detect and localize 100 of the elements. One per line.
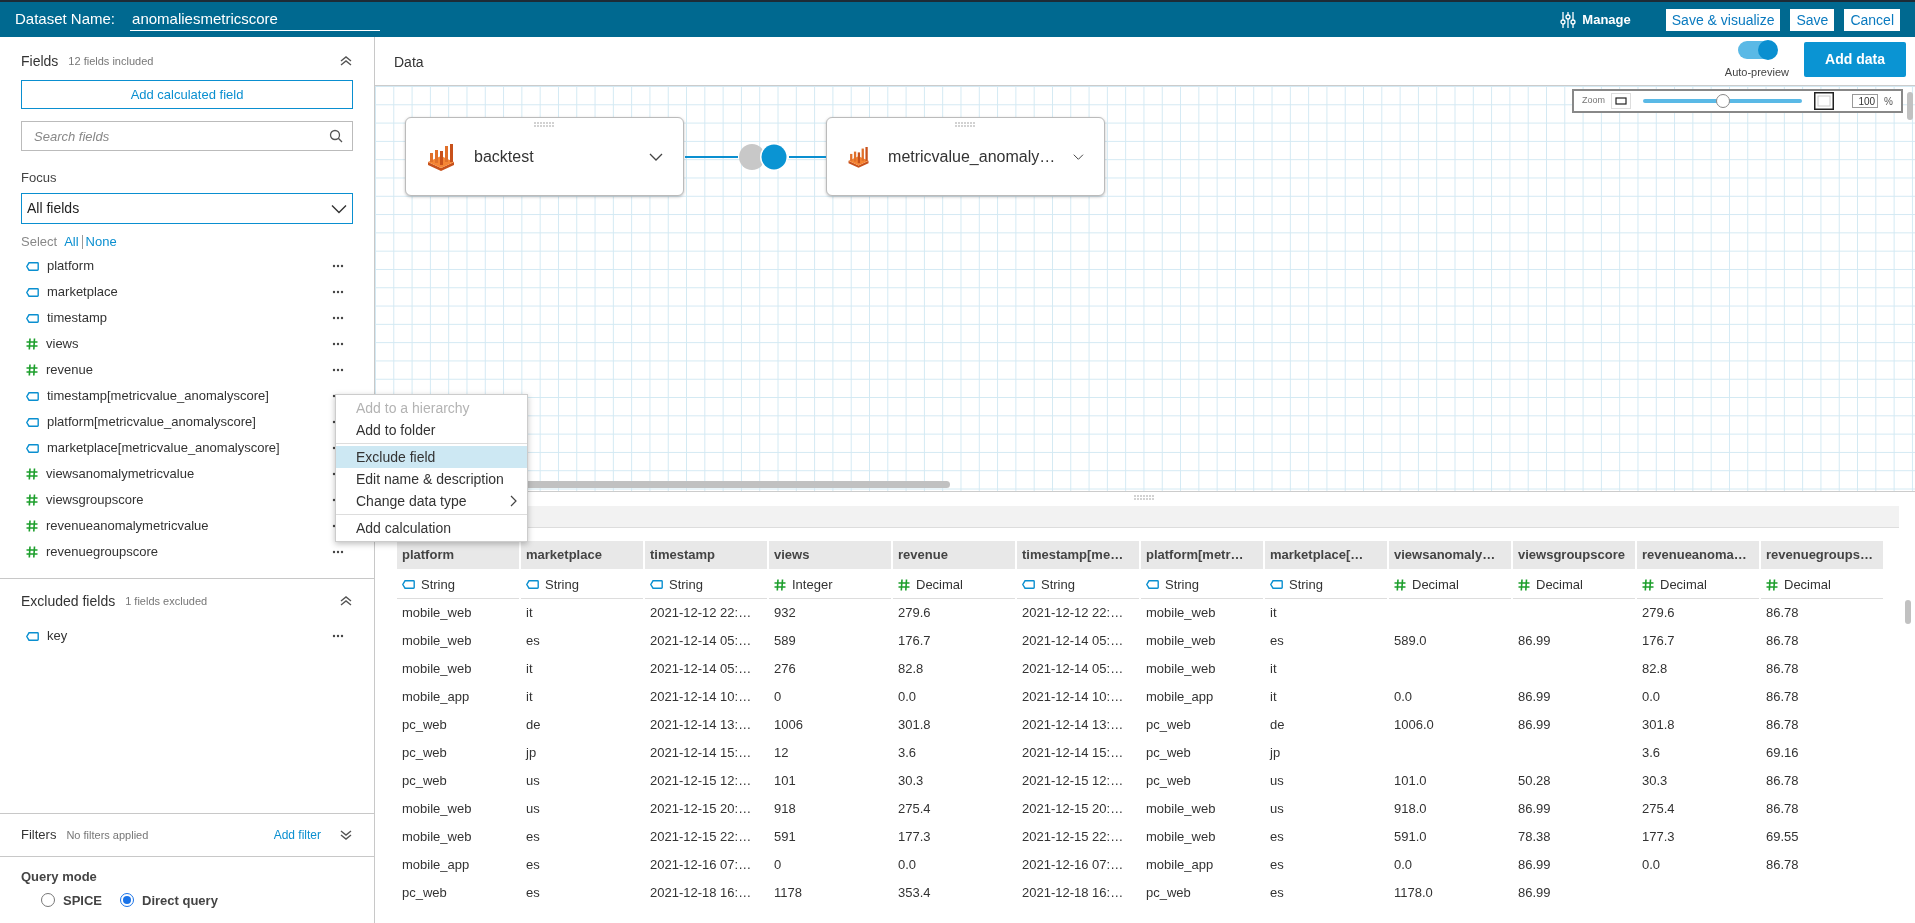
auto-preview-toggle[interactable] [1737, 41, 1776, 59]
chevron-icon[interactable] [1073, 152, 1084, 161]
menu-item[interactable]: Edit name & description [336, 468, 527, 490]
column-type[interactable]: Decimal [1513, 571, 1635, 599]
field-name[interactable]: revenueanomalymetricvalue [46, 516, 324, 536]
panel-title: Fields [21, 51, 59, 71]
join-icon[interactable] [738, 143, 789, 171]
field-name[interactable]: revenue [46, 360, 324, 380]
column-type[interactable]: Decimal [1389, 571, 1511, 599]
field-name[interactable]: platform[metricvalue_anomalyscore] [47, 412, 324, 432]
column-header[interactable]: platform [397, 541, 519, 569]
menu-item[interactable]: Add to folder [336, 419, 527, 441]
column-header[interactable]: timestamp[me… [1017, 541, 1139, 569]
field-name[interactable]: views [46, 334, 324, 354]
column-header[interactable]: revenueanoma… [1637, 541, 1759, 569]
add-calculated-field-button[interactable]: Add calculated field [21, 80, 353, 109]
table-cell-text: 353.4 [897, 884, 932, 903]
menu-item[interactable]: Add calculation [336, 517, 527, 539]
column-header[interactable]: revenuegroups… [1761, 541, 1883, 569]
zoom-value-field[interactable]: 100 [1852, 94, 1879, 108]
manage-button[interactable]: Manage [1560, 9, 1631, 30]
column-header[interactable]: views [769, 541, 891, 569]
column-header[interactable]: revenue [893, 541, 1015, 569]
dataset-name-field[interactable]: anomaliesmetricscore [130, 7, 381, 32]
column-header[interactable]: marketplace[… [1265, 541, 1387, 569]
dataset-node[interactable]: metricvalue_anomaly… [826, 117, 1105, 196]
column-type[interactable]: String [1265, 571, 1387, 599]
more-icon[interactable] [332, 342, 344, 346]
more-icon[interactable] [332, 290, 344, 294]
more-icon[interactable] [332, 316, 344, 320]
table-cell-text: 2021-12-14 05:… [1021, 632, 1125, 651]
focus-dropdown[interactable]: All fields [21, 193, 353, 224]
zoom-out-icon[interactable] [1611, 93, 1631, 109]
table-cell-text: es [1269, 632, 1285, 651]
table-cell-text: 2021-12-14 13:… [1021, 716, 1125, 735]
select-link[interactable]: All [64, 232, 79, 252]
field-name[interactable]: revenuegroupscore [46, 542, 324, 562]
column-header[interactable]: marketplace [521, 541, 643, 569]
column-header[interactable]: viewsgroupscore [1513, 541, 1635, 569]
radio-label[interactable]: SPICE [63, 890, 102, 910]
table-cell-text: 0.0 [897, 688, 918, 707]
column-type[interactable]: Decimal [1637, 571, 1759, 599]
table-cell-text: us [525, 772, 541, 791]
menu-item[interactable]: Exclude field [336, 446, 527, 468]
table-cell-text: 86.99 [1517, 632, 1552, 651]
tag-icon [402, 580, 415, 589]
field-name[interactable]: viewsgroupscore [46, 490, 324, 510]
resize-handle-icon[interactable] [1134, 495, 1156, 500]
select-link[interactable]: None [85, 232, 117, 252]
scrollbar[interactable] [1905, 600, 1911, 624]
column-type[interactable]: Decimal [1761, 571, 1883, 599]
table-cell-text: 2021-12-16 07:… [1021, 856, 1125, 875]
save-button[interactable]: Save [1790, 8, 1835, 31]
tag-icon [26, 443, 39, 453]
save-visualize-button[interactable]: Save & visualize [1665, 8, 1781, 31]
column-type[interactable]: Decimal [893, 571, 1015, 599]
field-name[interactable]: marketplace[metricvalue_anomalyscore] [47, 438, 324, 458]
collapse-icon[interactable] [339, 55, 353, 67]
column-header[interactable]: platform[metr… [1141, 541, 1263, 569]
column-type[interactable]: String [1017, 571, 1139, 599]
column-header[interactable]: viewsanomaly… [1389, 541, 1511, 569]
more-icon[interactable] [332, 264, 344, 268]
table-cell-text: 86.99 [1517, 800, 1552, 819]
field-name[interactable]: timestamp [47, 308, 324, 328]
expand-icon[interactable] [339, 829, 353, 841]
field-name[interactable]: key [47, 626, 324, 646]
table-cell-text: it [1269, 660, 1278, 679]
column-header[interactable]: timestamp [645, 541, 767, 569]
search-field[interactable]: Search fields [21, 121, 353, 151]
table-cell-text: 2021-12-14 05:… [649, 632, 753, 651]
more-icon[interactable] [332, 634, 344, 638]
chevron-icon[interactable] [649, 152, 663, 161]
zoom-fit-icon[interactable] [1814, 92, 1835, 110]
dataset-node[interactable]: backtest [405, 117, 684, 196]
table-cell-text: 86.78 [1765, 716, 1800, 735]
table-cell-text: 2021-12-14 10:… [1021, 688, 1125, 707]
column-type[interactable]: String [1141, 571, 1263, 599]
table-cell-text: 279.6 [1641, 604, 1676, 623]
field-name[interactable]: platform [47, 256, 324, 276]
column-type[interactable]: Integer [769, 571, 891, 599]
column-type[interactable]: String [521, 571, 643, 599]
add-filter-link[interactable]: Add filter [273, 826, 321, 844]
hash-icon [26, 520, 38, 532]
field-name[interactable]: viewsanomalymetricvalue [46, 464, 324, 484]
zoom-slider-thumb[interactable] [1715, 94, 1730, 108]
column-type[interactable]: String [397, 571, 519, 599]
collapse-icon[interactable] [339, 595, 353, 607]
more-icon[interactable] [332, 368, 344, 372]
column-type[interactable]: String [645, 571, 767, 599]
field-name[interactable]: timestamp[metricvalue_anomalyscore] [47, 386, 324, 406]
menu-item[interactable]: Change data type [336, 490, 527, 512]
radio-label[interactable]: Direct query [142, 890, 218, 910]
field-name[interactable]: marketplace [47, 282, 324, 302]
scrollbar[interactable] [1907, 92, 1913, 120]
table-cell-text: 2021-12-15 12:… [649, 772, 753, 791]
table-cell-text: 176.7 [1641, 632, 1676, 651]
cancel-button[interactable]: Cancel [1844, 8, 1900, 31]
table-cell-text: pc_web [401, 772, 448, 791]
table-cell-text: 275.4 [897, 800, 932, 819]
more-icon[interactable] [332, 550, 344, 554]
